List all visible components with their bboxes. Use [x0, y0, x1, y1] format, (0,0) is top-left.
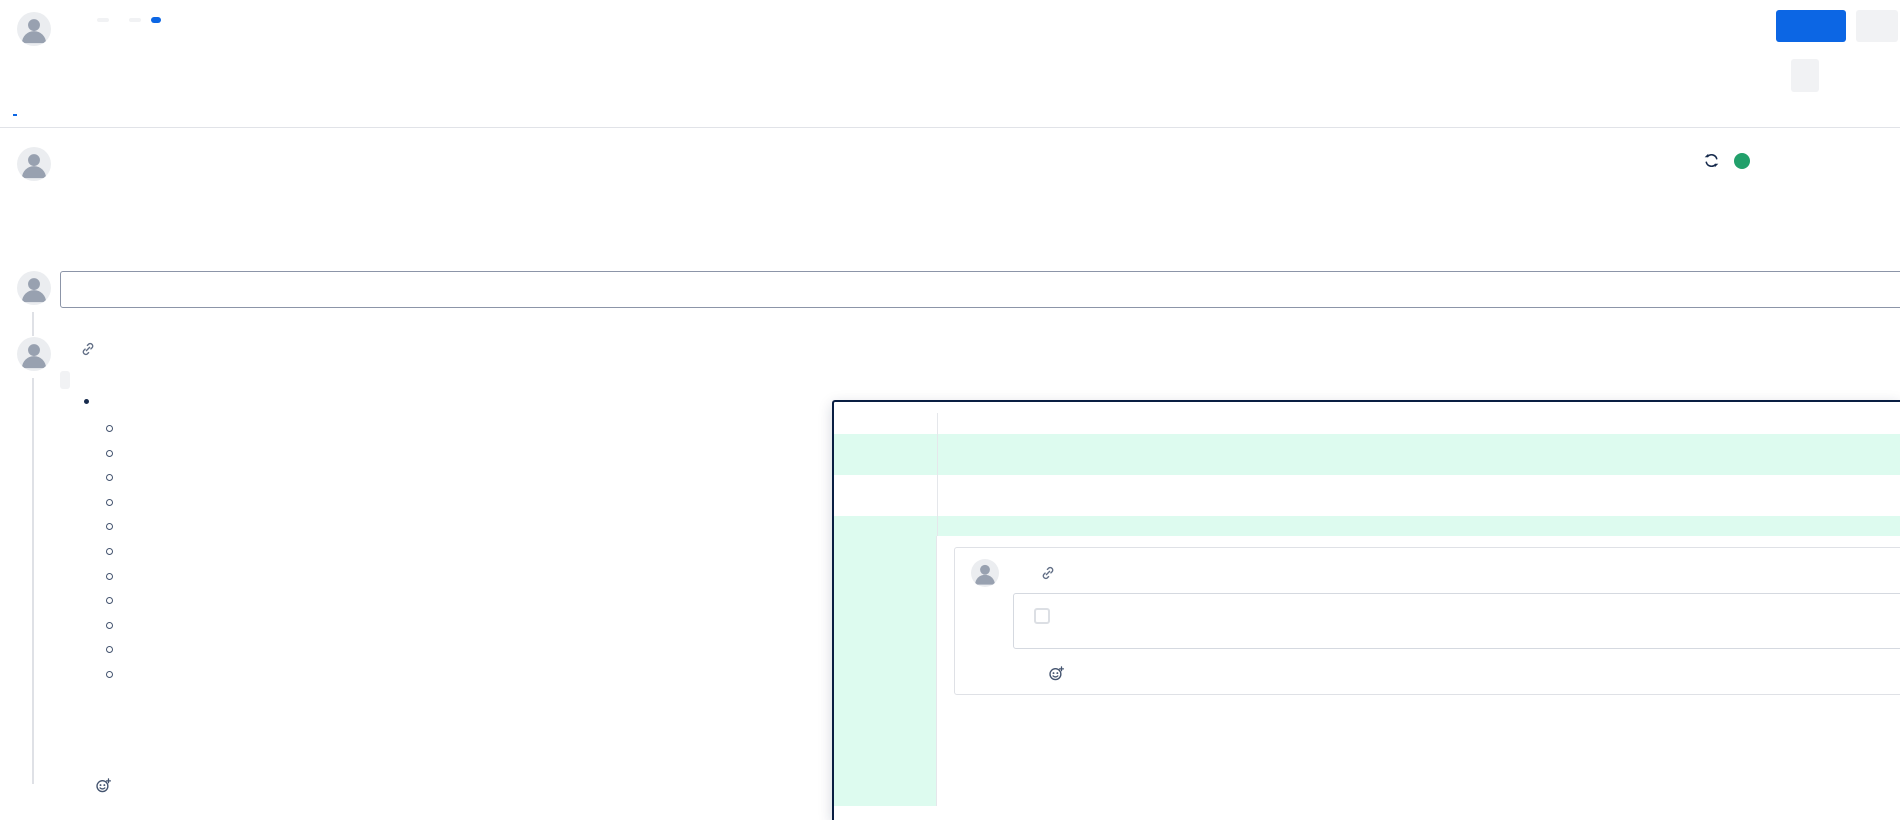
diff-row	[834, 434, 1900, 455]
diff-row	[834, 495, 1900, 516]
finding-list-item	[100, 490, 125, 515]
comment-header	[60, 341, 96, 357]
build-status	[1703, 152, 1750, 169]
diff-row	[834, 454, 1900, 475]
inline-permalink-icon[interactable]	[1040, 565, 1056, 581]
bullet-icon	[84, 399, 89, 404]
finding-list-item	[100, 564, 125, 589]
source-branch-lozenge[interactable]	[97, 18, 109, 22]
inline-comment-header	[971, 559, 1897, 587]
finding-list-item	[100, 514, 125, 539]
file-bullet-row	[84, 399, 99, 404]
branch-breadcrumb	[97, 17, 161, 23]
diff-code-text	[937, 454, 1900, 475]
pr-author-avatar[interactable]	[17, 12, 51, 46]
inline-comment-region	[834, 536, 1900, 806]
target-branch-lozenge[interactable]	[129, 18, 141, 22]
permalink-icon[interactable]	[80, 341, 96, 357]
merge-button[interactable]	[1776, 10, 1846, 42]
diff-code-text	[937, 475, 1900, 496]
findings-list	[100, 416, 125, 687]
finding-list-item	[100, 416, 125, 441]
diff-row	[834, 413, 1900, 434]
inline-comment-card	[954, 547, 1900, 695]
rule-chip[interactable]	[60, 371, 70, 389]
finding-list-item	[100, 613, 125, 638]
diff-code-text	[937, 516, 1900, 537]
diff-row	[834, 475, 1900, 496]
comment-author-avatar[interactable]	[17, 337, 51, 371]
build-success-icon	[1734, 153, 1750, 169]
finding-more-item	[100, 662, 125, 687]
diff-rows	[834, 413, 1900, 536]
diff-code-text	[937, 434, 1900, 455]
finding-list-item	[100, 637, 125, 662]
diff-code-text	[937, 413, 1900, 434]
inline-comment-avatar[interactable]	[971, 559, 999, 587]
add-reaction-icon[interactable]	[95, 777, 112, 794]
pr-status-badge	[151, 17, 161, 23]
comment-actions	[60, 777, 129, 794]
finding-list-item	[100, 588, 125, 613]
pr-tabs	[13, 103, 80, 116]
diff-preview-panel	[832, 400, 1900, 820]
diff-row	[834, 516, 1900, 537]
inline-comment-actions	[1013, 665, 1897, 682]
builds-refresh-icon	[1703, 152, 1720, 169]
comment-composer-input[interactable]	[60, 271, 1900, 308]
tab-commits[interactable]	[55, 103, 59, 116]
start-review-button[interactable]	[1791, 59, 1819, 92]
finding-checkbox[interactable]	[1034, 608, 1050, 624]
tab-builds[interactable]	[76, 103, 80, 116]
tab-diff[interactable]	[34, 103, 38, 116]
diff-gutter-added-strip	[834, 536, 937, 806]
finding-list-item	[100, 441, 125, 466]
creator-avatar[interactable]	[17, 147, 51, 181]
finding-list-item	[100, 465, 125, 490]
diff-code-text	[937, 495, 1900, 516]
finding-detail-box	[1013, 593, 1900, 649]
more-actions-button[interactable]	[1856, 10, 1898, 42]
tab-overview[interactable]	[13, 103, 17, 116]
thread-connector-line	[32, 312, 34, 336]
finding-list-item	[100, 539, 125, 564]
comment-intro	[60, 370, 70, 387]
current-user-avatar	[17, 271, 51, 305]
comment-thread-line	[32, 378, 34, 784]
tabs-divider	[0, 127, 1900, 128]
inline-add-reaction-icon[interactable]	[1048, 665, 1065, 682]
